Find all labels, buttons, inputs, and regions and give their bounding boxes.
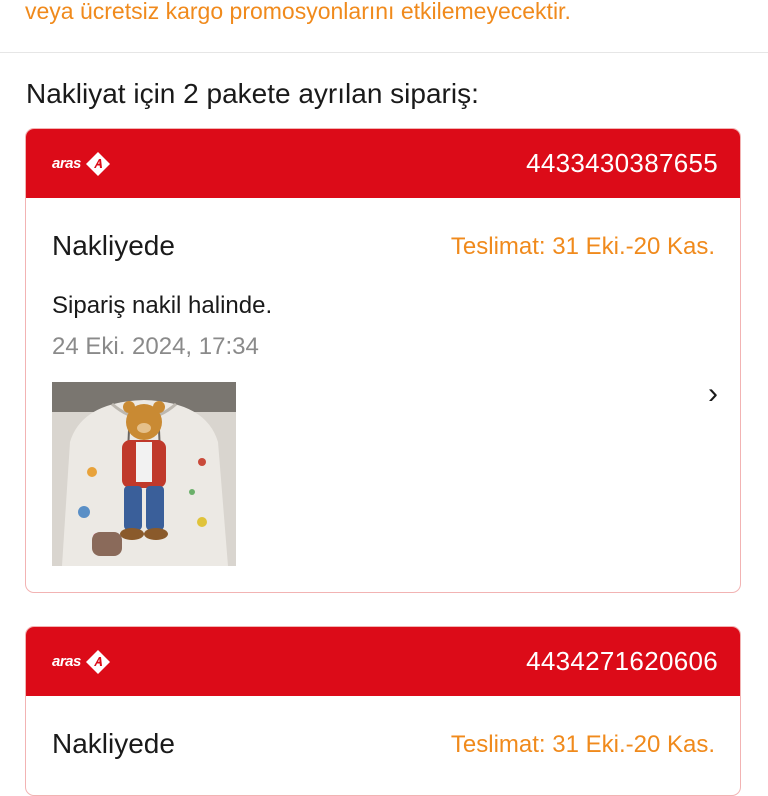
divider <box>0 52 768 53</box>
section-title: Nakliyat için 2 pakete ayrılan sipariş: <box>26 78 479 109</box>
shipping-notice: veya ücretsiz kargo promosyonlarını etki… <box>25 0 571 24</box>
carrier-logo: aras <box>52 649 111 675</box>
aras-logo-icon <box>85 649 110 674</box>
shipment-status: Nakliyede <box>52 230 175 261</box>
carrier-name: aras <box>52 155 81 172</box>
package-card[interactable]: aras 4434271620606 Nakliyede Teslimat: 3… <box>25 626 741 796</box>
chevron-right-icon[interactable]: › <box>708 376 718 412</box>
delivery-estimate: Teslimat: 31 Eki.-20 Kas. <box>450 233 715 260</box>
product-thumbnail[interactable] <box>52 382 236 566</box>
package-card[interactable]: aras 4433430387655 Nakliyede Teslimat: 3… <box>25 128 741 593</box>
carrier-logo: aras <box>52 151 111 177</box>
tracking-number[interactable]: 4434271620606 <box>526 646 718 677</box>
status-message: Sipariş nakil halinde. <box>52 292 273 319</box>
aras-logo-icon <box>85 151 110 176</box>
hoodie-teddy-bear-product-image <box>52 382 236 566</box>
tracking-number[interactable]: 4433430387655 <box>526 148 718 179</box>
carrier-name: aras <box>52 653 81 670</box>
package-header: aras 4433430387655 <box>26 129 740 198</box>
delivery-estimate: Teslimat: 31 Eki.-20 Kas. <box>450 731 715 758</box>
status-timestamp: 24 Eki. 2024, 17:34 <box>52 333 259 360</box>
package-header: aras 4434271620606 <box>26 627 740 696</box>
shipment-status: Nakliyede <box>52 728 175 759</box>
